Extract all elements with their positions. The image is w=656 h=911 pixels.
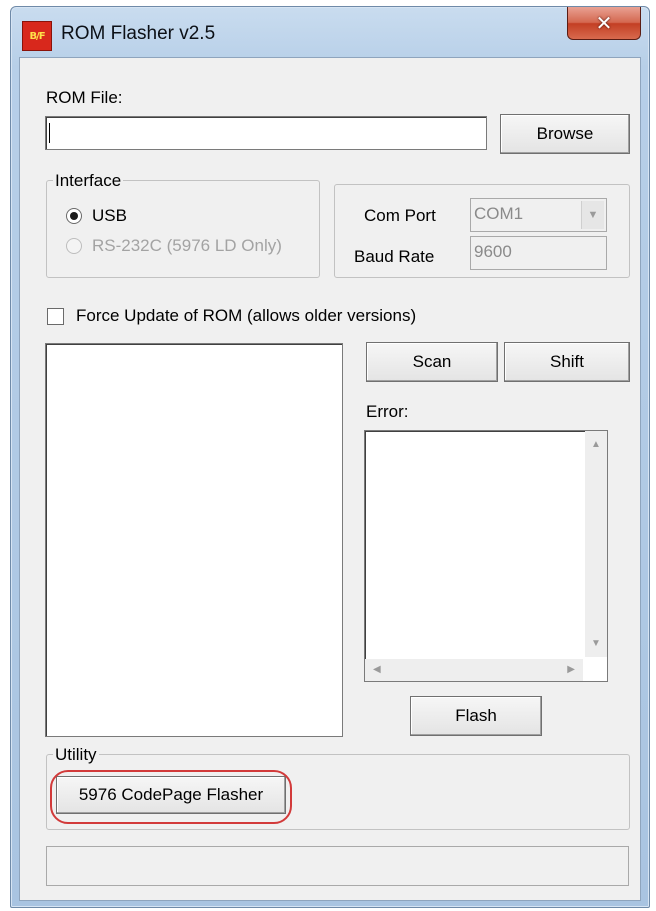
rom-file-label: ROM File: [46, 88, 123, 107]
scroll-left-icon[interactable]: ◀ [373, 664, 381, 675]
com-port-label: Com Port [364, 206, 436, 225]
error-label: Error: [366, 402, 409, 421]
shift-button[interactable]: Shift [504, 342, 630, 382]
usb-radio[interactable] [66, 208, 82, 224]
close-icon: ✕ [595, 11, 613, 35]
close-button[interactable]: ✕ [567, 7, 641, 40]
scroll-right-icon[interactable]: ▶ [567, 664, 575, 675]
annotation-highlight-circle [50, 770, 292, 824]
com-port-value: COM1 [474, 204, 524, 223]
interface-group-title: Interface [53, 171, 124, 191]
error-textarea[interactable]: ▲ ▼ ◀ ▶ [364, 430, 608, 682]
window-title: ROM Flasher v2.5 [61, 23, 216, 44]
com-port-select[interactable]: COM1 ▼ [470, 198, 607, 232]
error-horizontal-scrollbar[interactable]: ◀ ▶ [365, 659, 583, 681]
utility-group-title: Utility [53, 745, 99, 765]
browse-button[interactable]: Browse [500, 114, 630, 154]
rs232-radio[interactable] [66, 238, 82, 254]
scan-button[interactable]: Scan [366, 342, 498, 382]
baud-rate-field[interactable]: 9600 [470, 236, 607, 270]
usb-label[interactable]: USB [92, 206, 127, 226]
title-bar[interactable]: B/F ROM Flasher v2.5 ✕ [11, 7, 649, 55]
text-cursor [49, 123, 50, 143]
baud-rate-label: Baud Rate [354, 247, 435, 266]
force-update-checkbox[interactable] [47, 308, 64, 325]
scroll-up-icon[interactable]: ▲ [591, 439, 601, 450]
chevron-down-icon[interactable]: ▼ [581, 201, 604, 229]
scroll-down-icon[interactable]: ▼ [591, 638, 601, 649]
status-bar [46, 846, 629, 886]
rom-file-input[interactable] [45, 116, 487, 150]
rs232-label[interactable]: RS-232C (5976 LD Only) [92, 236, 282, 256]
client-area: ROM File: Browse Interface USB RS-232C (… [19, 57, 641, 901]
interface-group: Interface [46, 171, 320, 278]
force-update-label[interactable]: Force Update of ROM (allows older versio… [76, 306, 416, 326]
error-vertical-scrollbar[interactable]: ▲ ▼ [585, 431, 607, 657]
flash-button[interactable]: Flash [410, 696, 542, 736]
app-logo-icon: B/F [22, 21, 52, 51]
device-list[interactable] [45, 343, 343, 737]
baud-rate-value: 9600 [474, 242, 512, 261]
rom-flasher-window: B/F ROM Flasher v2.5 ✕ ROM File: Browse … [10, 6, 650, 908]
